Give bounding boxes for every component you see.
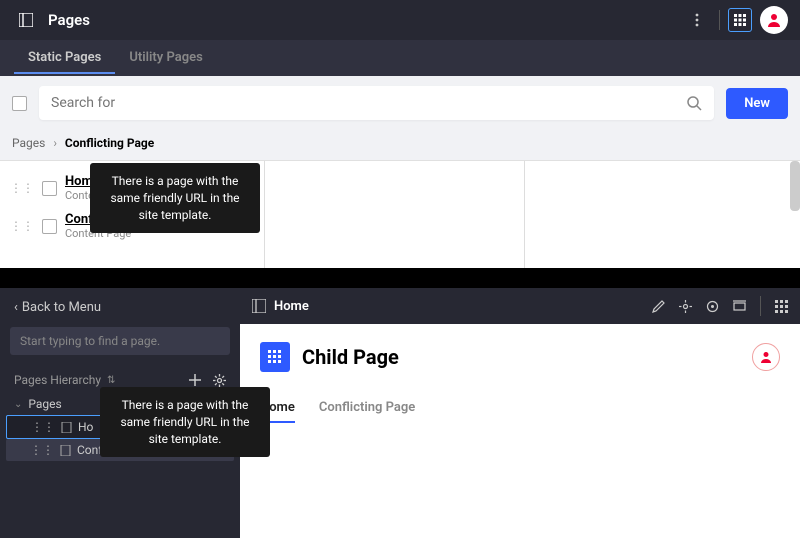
find-input[interactable]: Start typing to find a page.: [10, 327, 230, 355]
search-icon: [686, 95, 702, 111]
chevron-left-icon: ‹: [14, 300, 18, 315]
search-input[interactable]: [51, 95, 686, 111]
separator: [760, 296, 761, 316]
avatar[interactable]: [752, 343, 780, 371]
search-field[interactable]: [39, 86, 714, 120]
page-title: Pages: [48, 11, 90, 29]
main-header: Home: [240, 288, 800, 324]
breadcrumb: Pages › Conflicting Page: [0, 130, 800, 161]
tooltip: There is a page with the same friendly U…: [100, 387, 270, 457]
more-icon[interactable]: [683, 6, 711, 34]
apps-icon[interactable]: [775, 300, 788, 313]
toolbar: New: [0, 76, 800, 130]
sidebar-toggle-icon[interactable]: [252, 299, 266, 313]
tree-label: Ho: [78, 420, 93, 434]
main-title: Home: [274, 299, 309, 314]
new-button[interactable]: New: [726, 88, 788, 119]
drag-icon[interactable]: ⋮⋮: [31, 420, 55, 434]
drag-icon[interactable]: ⋮⋮: [10, 181, 34, 195]
edit-icon[interactable]: [652, 300, 665, 313]
chevron-right-icon: ›: [53, 136, 57, 150]
breadcrumb-current: Conflicting Page: [65, 136, 154, 150]
drag-icon[interactable]: ⋮⋮: [30, 443, 54, 457]
chevron-up-down-icon[interactable]: ⇅: [107, 375, 115, 386]
tooltip: There is a page with the same friendly U…: [90, 163, 260, 233]
divider: [0, 268, 800, 288]
back-label: Back to Menu: [22, 300, 101, 315]
separator: [719, 10, 720, 30]
apps-icon[interactable]: [728, 8, 752, 32]
child-page-title: Child Page: [302, 345, 399, 369]
gear-icon[interactable]: [679, 300, 692, 313]
main-tabs: Home Conflicting Page: [260, 400, 780, 423]
page-icon: [61, 422, 72, 433]
page-type-icon: [260, 342, 290, 372]
avatar[interactable]: [760, 6, 788, 34]
app-header: Pages: [0, 0, 800, 40]
hierarchy-label: Pages Hierarchy: [14, 373, 101, 387]
page-list: ⋮⋮ Home Content Page ⋮⋮ Conflicting Pa..…: [0, 161, 800, 268]
tab-static-pages[interactable]: Static Pages: [14, 40, 115, 74]
scrollbar[interactable]: [790, 161, 800, 211]
row-checkbox[interactable]: [42, 181, 57, 196]
sidebar-toggle-icon[interactable]: [12, 6, 40, 34]
simulation-icon[interactable]: [706, 300, 719, 313]
breadcrumb-root[interactable]: Pages: [12, 136, 45, 150]
tab-conflicting-page[interactable]: Conflicting Page: [319, 400, 415, 423]
back-button[interactable]: ‹ Back to Menu: [0, 288, 240, 327]
chevron-down-icon[interactable]: ⌄: [14, 399, 22, 410]
tab-utility-pages[interactable]: Utility Pages: [115, 40, 216, 74]
preview-icon[interactable]: [733, 300, 746, 313]
tree-label: Pages: [28, 397, 61, 411]
gear-icon[interactable]: [213, 374, 226, 387]
tabs: Static Pages Utility Pages: [0, 40, 800, 76]
add-icon[interactable]: [189, 374, 201, 387]
drag-icon[interactable]: ⋮⋮: [10, 219, 34, 233]
row-checkbox[interactable]: [42, 219, 57, 234]
select-all-checkbox[interactable]: [12, 96, 27, 111]
sidebar: ‹ Back to Menu Start typing to find a pa…: [0, 288, 240, 538]
page-icon: [60, 445, 71, 456]
